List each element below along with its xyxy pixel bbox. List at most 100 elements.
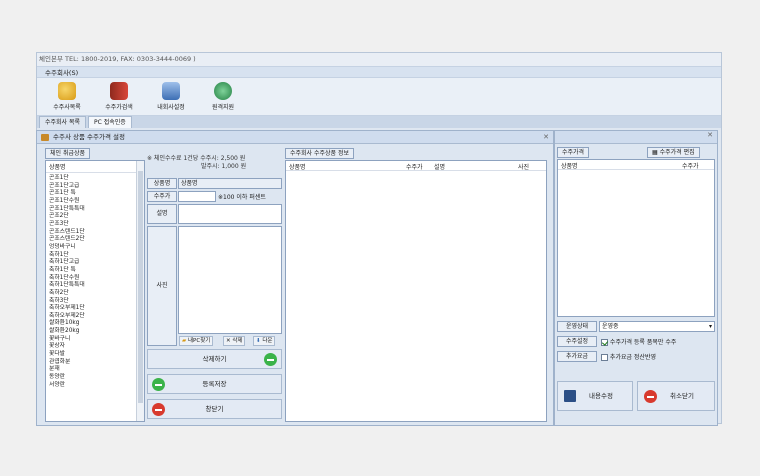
list-item[interactable]: 축하2단 <box>49 290 141 298</box>
list-item[interactable]: 곤조1단 <box>49 175 141 183</box>
col-photo: 사진 <box>518 164 530 171</box>
col-price: 수주가 <box>406 164 423 171</box>
col-price: 수주가 <box>682 163 699 170</box>
scroll-thumb[interactable] <box>138 171 143 403</box>
modify-label: 내용수정 <box>589 392 613 400</box>
setting-checkbox[interactable] <box>601 339 608 346</box>
find-pc-label: 내PC찾기 <box>187 338 211 344</box>
save-button-label: 등록저장 <box>202 380 227 388</box>
close-icon[interactable]: ✕ <box>543 131 549 144</box>
cancel-close-label: 취소닫기 <box>670 392 694 400</box>
list-item[interactable]: 곤조2단 <box>49 213 141 221</box>
save-disk-icon <box>564 390 576 402</box>
close-circle-icon <box>152 403 165 416</box>
x-icon: ✕ <box>226 338 231 344</box>
ribbon-label: 내회사설정 <box>157 104 185 111</box>
list-item[interactable]: 꽃다발 <box>49 351 141 359</box>
panel-title-bar: 수주사 상품 수주가격 설정 ✕ <box>37 131 553 144</box>
menu-item-company[interactable]: 수주회사(S) <box>45 69 78 77</box>
chain-products-button[interactable]: 체인 취급상품 <box>45 148 91 159</box>
download-icon: ⬇ <box>256 338 261 344</box>
edit-price-button[interactable]: ▦ 수주가격 편집 <box>647 147 700 158</box>
company-products-grid[interactable]: 상품명 수주가 설명 사진 <box>285 160 547 422</box>
price-input[interactable] <box>178 191 216 202</box>
ribbon-label: 수주가검색 <box>105 104 133 111</box>
add-icon <box>152 378 165 391</box>
ribbon-label: 원격지원 <box>211 104 235 111</box>
delete-photo-button[interactable]: ✕ 삭제 <box>223 336 246 346</box>
status-label: 운영상태 <box>557 321 597 332</box>
ribbon-company-list-button[interactable]: 수주사목록 <box>49 82 85 111</box>
menu-bar: 수주회사(S) <box>37 66 721 78</box>
grid-icon: ▦ <box>652 149 658 156</box>
company-price-panel: ✕ 수주가격 ▦ 수주가격 편집 상품명 수주가 운영상태 운영중 ▾ 수주설정… <box>554 130 718 426</box>
list-item[interactable]: 엉덩바구니 <box>49 244 141 252</box>
remove-icon <box>264 353 277 366</box>
price-grid[interactable]: 상품명 수주가 <box>557 159 715 317</box>
ribbon-label: 수주사목록 <box>53 104 81 111</box>
col-product-name: 상품명 <box>289 164 306 171</box>
list-item[interactable]: 곤조1단 특 <box>49 190 141 198</box>
list-item[interactable]: 꽃상자 <box>49 343 141 351</box>
find-pc-button[interactable]: ▰ 내PC찾기 <box>179 336 214 346</box>
download-photo-button[interactable]: ⬇ 다운 <box>253 336 276 346</box>
ribbon-price-search-button[interactable]: 수주가검색 <box>101 82 137 111</box>
setting-option[interactable]: 수주가격 등록 품목만 수주 <box>601 337 676 346</box>
fee-note: ※ 체인수수료 1건당 수주시: 2,500 원 발주시: 1,000 원 <box>147 155 246 171</box>
list-item[interactable]: 곤조스텐드2단 <box>49 236 141 244</box>
list-item[interactable]: 동양란 <box>49 374 141 382</box>
close-icon[interactable]: ✕ <box>707 131 713 139</box>
delete-button-label: 삭제하기 <box>202 355 227 363</box>
product-list[interactable]: 상품명 곤조1단 곤조1단고급 곤조1단 특 곤조1단수원 곤조1단특특대 곤조2단 곤조3… <box>45 160 145 422</box>
save-button[interactable]: 등록저장 <box>147 374 282 394</box>
cancel-close-button[interactable]: 취소닫기 <box>637 381 715 411</box>
list-item[interactable]: 축하오부제1단 <box>49 305 141 313</box>
col-product-name: 상품명 <box>561 163 578 170</box>
ribbon-toolbar: 수주사목록 수주가검색 내회사설정 원격지원 <box>37 78 721 116</box>
window-title: 체인본부 TEL: 1800-2019, FAX: 0303-3444-0069… <box>37 53 721 66</box>
list-item[interactable]: 곤조3단 <box>49 221 141 229</box>
fee-note-line1: ※ 체인수수료 1건당 수주시: 2,500 원 <box>147 155 246 162</box>
download-label: 다운 <box>262 338 273 344</box>
list-item[interactable]: 쌀화환10kg <box>49 320 141 328</box>
list-header: 상품명 <box>46 161 144 173</box>
chevron-down-icon[interactable]: ▾ <box>709 322 712 331</box>
extra-fee-option[interactable]: 추가요금 정산반영 <box>601 352 656 361</box>
status-select[interactable]: 운영중 ▾ <box>599 321 715 332</box>
list-item[interactable]: 쌀화환20kg <box>49 328 141 336</box>
delete-photo-label: 삭제 <box>232 338 243 344</box>
modify-button[interactable]: 내용수정 <box>557 381 633 411</box>
close-window-button[interactable]: 창닫기 <box>147 399 282 419</box>
product-name-value: 상품명 <box>178 178 282 189</box>
list-item[interactable]: 곤조1단수원 <box>49 198 141 206</box>
folder-icon: ▰ <box>182 338 187 344</box>
list-item[interactable]: 축하3단 <box>49 298 141 306</box>
price-button[interactable]: 수주가격 <box>557 147 590 158</box>
close-circle-icon <box>644 390 657 403</box>
price-grid-header: 상품명 수주가 <box>558 160 714 170</box>
list-item[interactable]: 축하1단고급 <box>49 259 141 267</box>
description-input[interactable] <box>178 204 282 224</box>
col-description: 설명 <box>434 164 446 171</box>
setting-text: 수주가격 등록 품목만 수주 <box>609 339 677 346</box>
price-settings-panel: 수주사 상품 수주가격 설정 ✕ 체인 취급상품 상품명 곤조1단 곤조1단고급 곤… <box>36 130 554 426</box>
list-item[interactable]: 축하1단 특 <box>49 267 141 275</box>
ribbon-remote-support-button[interactable]: 원격지원 <box>205 82 241 111</box>
company-products-button[interactable]: 수주회사 수주상품 정보 <box>285 148 355 159</box>
delete-button[interactable]: 삭제하기 <box>147 349 282 369</box>
description-label: 설명 <box>147 204 177 224</box>
right-title-bar: ✕ <box>555 131 717 144</box>
list-item[interactable]: 분재 <box>49 366 141 374</box>
tab-company-list[interactable]: 수주회사 목록 <box>39 116 87 128</box>
price-note: ※100 이하 퍼센트 <box>218 194 266 201</box>
list-item[interactable]: 축하1단특특대 <box>49 282 141 290</box>
list-items: 곤조1단 곤조1단고급 곤조1단 특 곤조1단수원 곤조1단특특대 곤조2단 곤조3단 곤조스… <box>46 173 144 391</box>
close-window-label: 창닫기 <box>205 405 224 413</box>
extra-fee-checkbox[interactable] <box>601 354 608 361</box>
edit-price-label: 수주가격 편집 <box>659 149 695 156</box>
list-item[interactable]: 관엽화분 <box>49 359 141 367</box>
tab-pc-auth[interactable]: PC 접속인증 <box>88 116 132 128</box>
ribbon-my-company-button[interactable]: 내회사설정 <box>153 82 189 111</box>
list-scrollbar[interactable] <box>136 161 144 421</box>
list-item[interactable]: 서양란 <box>49 382 141 390</box>
